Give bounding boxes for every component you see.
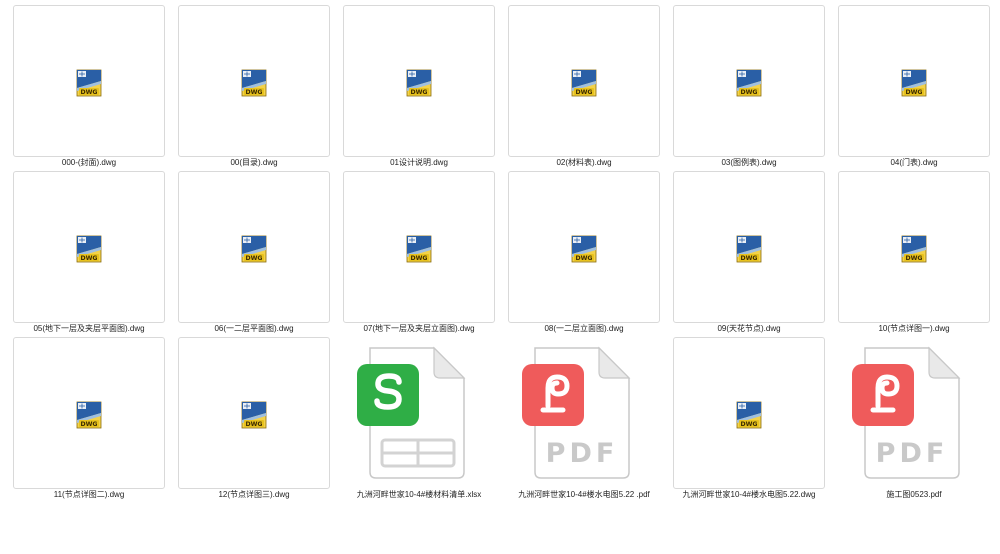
file-name[interactable]: 07(地下一层及夹层立面图).dwg xyxy=(331,323,507,334)
dwg-file-icon: DWG xyxy=(901,69,927,97)
file-item[interactable]: DWG 03(图例表).dwg xyxy=(673,5,825,170)
file-thumbnail[interactable]: PDF xyxy=(838,337,990,489)
file-name[interactable]: 05(地下一层及夹层平面图).dwg xyxy=(1,323,177,334)
file-item[interactable]: DWG 00(目录).dwg xyxy=(178,5,330,170)
dwg-badge-text: DWG xyxy=(410,89,427,96)
file-item[interactable]: DWG 02(材料表).dwg xyxy=(508,5,660,170)
file-name[interactable]: 08(一二层立面图).dwg xyxy=(496,323,672,334)
dwg-file-icon: DWG xyxy=(571,69,597,97)
dwg-file-icon: DWG xyxy=(901,235,927,263)
file-thumbnail[interactable]: DWG xyxy=(178,5,330,157)
file-thumbnail[interactable]: DWG xyxy=(838,5,990,157)
dwg-file-icon: DWG xyxy=(406,235,432,263)
file-name[interactable]: 10(节点详图一).dwg xyxy=(826,323,1000,334)
pdf-file-icon: PDF xyxy=(852,346,961,479)
dwg-file-icon: DWG xyxy=(571,235,597,263)
file-thumbnail[interactable]: DWG xyxy=(673,337,825,489)
file-name[interactable]: 01设计说明.dwg xyxy=(331,157,507,168)
dwg-file-icon: DWG xyxy=(76,69,102,97)
dwg-badge-text: DWG xyxy=(80,255,97,262)
file-name[interactable]: 09(天花节点).dwg xyxy=(661,323,837,334)
file-thumbnail[interactable]: DWG xyxy=(343,171,495,323)
dwg-badge-text: DWG xyxy=(905,255,922,262)
file-item[interactable]: DWG 01设计说明.dwg xyxy=(343,5,495,170)
file-item[interactable]: PDF 九洲河畔世家10-4#楼水电图5.22 .pdf xyxy=(508,337,660,502)
file-item[interactable]: DWG 12(节点详图三).dwg xyxy=(178,337,330,502)
file-name[interactable]: 00(目录).dwg xyxy=(166,157,342,168)
file-item[interactable]: DWG 06(一二层平面图).dwg xyxy=(178,171,330,336)
dwg-badge-text: DWG xyxy=(740,89,757,96)
dwg-badge-text: DWG xyxy=(905,89,922,96)
file-name[interactable]: 九洲河畔世家10-4#楼材料清单.xlsx xyxy=(331,489,507,500)
file-name[interactable]: 九洲河畔世家10-4#楼水电图5.22.dwg xyxy=(661,489,837,500)
dwg-badge-text: DWG xyxy=(575,89,592,96)
dwg-file-icon: DWG xyxy=(76,401,102,429)
file-name[interactable]: 04(门表).dwg xyxy=(826,157,1000,168)
dwg-file-icon: DWG xyxy=(406,69,432,97)
dwg-file-icon: DWG xyxy=(736,69,762,97)
dwg-file-icon: DWG xyxy=(736,235,762,263)
dwg-badge-text: DWG xyxy=(245,255,262,262)
file-item[interactable]: 九洲河畔世家10-4#楼材料清单.xlsx xyxy=(343,337,495,502)
file-item[interactable]: DWG 05(地下一层及夹层平面图).dwg xyxy=(13,171,165,336)
file-thumbnail[interactable]: DWG xyxy=(508,5,660,157)
file-item[interactable]: DWG 09(天花节点).dwg xyxy=(673,171,825,336)
dwg-badge-text: DWG xyxy=(410,255,427,262)
file-thumbnail[interactable]: DWG xyxy=(13,171,165,323)
file-thumbnail[interactable]: DWG xyxy=(508,171,660,323)
file-thumbnail[interactable]: PDF xyxy=(508,337,660,489)
file-name[interactable]: 12(节点详图三).dwg xyxy=(166,489,342,500)
dwg-badge-text: DWG xyxy=(80,89,97,96)
file-thumbnail[interactable] xyxy=(343,337,495,489)
spreadsheet-file-icon xyxy=(357,346,466,479)
dwg-badge-text: DWG xyxy=(245,89,262,96)
dwg-file-icon: DWG xyxy=(241,235,267,263)
file-item[interactable]: DWG 07(地下一层及夹层立面图).dwg xyxy=(343,171,495,336)
file-grid: DWG 000-(封面).dwg DWG 00(目录).dwg DWG 01设计… xyxy=(0,0,1000,554)
file-item[interactable]: PDF 施工图0523.pdf xyxy=(838,337,990,502)
file-thumbnail[interactable]: DWG xyxy=(178,337,330,489)
file-name[interactable]: 施工图0523.pdf xyxy=(826,489,1000,500)
file-thumbnail[interactable]: DWG xyxy=(838,171,990,323)
file-thumbnail[interactable]: DWG xyxy=(178,171,330,323)
dwg-badge-text: DWG xyxy=(740,421,757,428)
file-name[interactable]: 000-(封面).dwg xyxy=(1,157,177,168)
file-item[interactable]: DWG 10(节点详图一).dwg xyxy=(838,171,990,336)
dwg-file-icon: DWG xyxy=(241,401,267,429)
dwg-badge-text: DWG xyxy=(575,255,592,262)
file-item[interactable]: DWG 11(节点详图二).dwg xyxy=(13,337,165,502)
file-thumbnail[interactable]: DWG xyxy=(673,5,825,157)
file-item[interactable]: DWG 04(门表).dwg xyxy=(838,5,990,170)
pdf-label: PDF xyxy=(876,438,949,469)
file-name[interactable]: 03(图例表).dwg xyxy=(661,157,837,168)
dwg-badge-text: DWG xyxy=(80,421,97,428)
file-thumbnail[interactable]: DWG xyxy=(13,337,165,489)
dwg-file-icon: DWG xyxy=(76,235,102,263)
dwg-file-icon: DWG xyxy=(736,401,762,429)
file-thumbnail[interactable]: DWG xyxy=(673,171,825,323)
dwg-badge-text: DWG xyxy=(740,255,757,262)
file-name[interactable]: 06(一二层平面图).dwg xyxy=(166,323,342,334)
file-name[interactable]: 02(材料表).dwg xyxy=(496,157,672,168)
file-item[interactable]: DWG 08(一二层立面图).dwg xyxy=(508,171,660,336)
file-item[interactable]: DWG 000-(封面).dwg xyxy=(13,5,165,170)
pdf-label: PDF xyxy=(546,438,619,469)
dwg-badge-text: DWG xyxy=(245,421,262,428)
pdf-file-icon: PDF xyxy=(522,346,631,479)
file-item[interactable]: DWG 九洲河畔世家10-4#楼水电图5.22.dwg xyxy=(673,337,825,502)
file-name[interactable]: 11(节点详图二).dwg xyxy=(1,489,177,500)
file-thumbnail[interactable]: DWG xyxy=(343,5,495,157)
file-thumbnail[interactable]: DWG xyxy=(13,5,165,157)
dwg-file-icon: DWG xyxy=(241,69,267,97)
file-name[interactable]: 九洲河畔世家10-4#楼水电图5.22 .pdf xyxy=(496,489,672,500)
